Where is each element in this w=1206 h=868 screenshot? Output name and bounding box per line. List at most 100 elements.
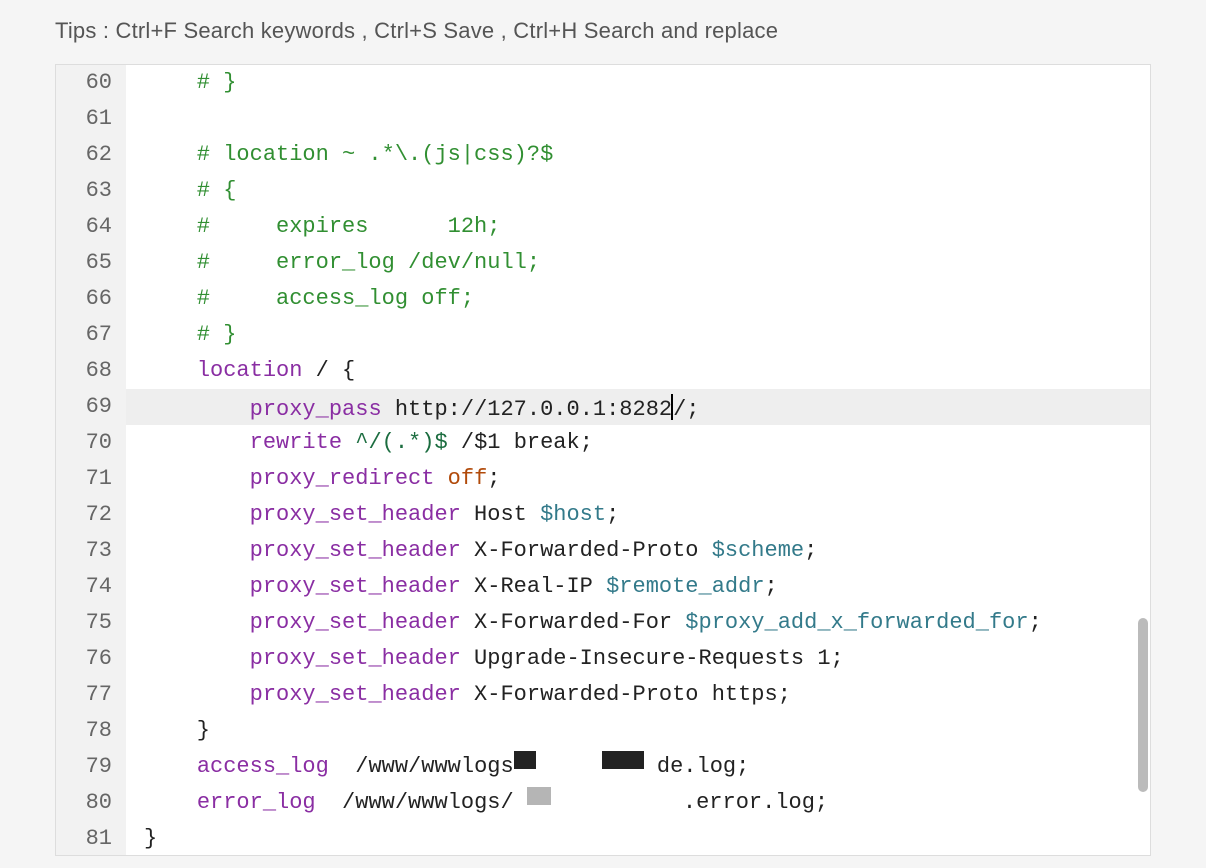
- code-line[interactable]: # error_log /dev/null;: [144, 245, 1150, 281]
- code-line[interactable]: }: [144, 713, 1150, 749]
- code-line[interactable]: proxy_set_header Upgrade-Insecure-Reques…: [144, 641, 1150, 677]
- vertical-scrollbar[interactable]: [1138, 65, 1148, 855]
- code-line[interactable]: # }: [144, 65, 1150, 101]
- code-line[interactable]: rewrite ^/(.*)$ /$1 break;: [144, 425, 1150, 461]
- line-number: 75: [56, 605, 112, 641]
- code-editor[interactable]: 6061626364656667686970717273747576777879…: [55, 64, 1151, 856]
- line-number-gutter: 6061626364656667686970717273747576777879…: [56, 65, 126, 855]
- code-token: proxy_set_header: [250, 682, 461, 707]
- line-number: 69: [56, 389, 112, 425]
- code-token: # }: [144, 322, 236, 347]
- code-line[interactable]: # }: [144, 317, 1150, 353]
- code-token: /$1: [448, 430, 514, 455]
- code-token: proxy_redirect: [250, 466, 435, 491]
- code-line[interactable]: proxy_set_header X-Forwarded-Proto $sche…: [144, 533, 1150, 569]
- code-token: ^/(.*)$: [355, 430, 447, 455]
- code-token: [434, 466, 447, 491]
- code-token: $proxy_add_x_forwarded_for: [685, 610, 1028, 635]
- code-token: }: [144, 826, 157, 851]
- line-number: 60: [56, 65, 112, 101]
- line-number: 63: [56, 173, 112, 209]
- code-token: ;: [1029, 610, 1042, 635]
- line-number: 68: [56, 353, 112, 389]
- code-token: }: [144, 718, 210, 743]
- code-line[interactable]: access_log /www/wwwlogs de.log;: [144, 749, 1150, 785]
- code-token: X-Forwarded-Proto: [461, 538, 712, 563]
- code-token: $host: [540, 502, 606, 527]
- line-number: 67: [56, 317, 112, 353]
- code-token: [144, 646, 250, 671]
- code-token: [144, 790, 197, 815]
- line-number: 71: [56, 461, 112, 497]
- code-line[interactable]: # expires 12h;: [144, 209, 1150, 245]
- code-token: ;: [580, 430, 593, 455]
- code-token: proxy_set_header: [250, 502, 461, 527]
- line-number: 76: [56, 641, 112, 677]
- code-line[interactable]: proxy_redirect off;: [144, 461, 1150, 497]
- code-token: ;: [804, 538, 817, 563]
- code-token: /;: [673, 397, 699, 422]
- line-number: 66: [56, 281, 112, 317]
- code-token: proxy_set_header: [250, 610, 461, 635]
- line-number: 64: [56, 209, 112, 245]
- tips-text: Tips : Ctrl+F Search keywords , Ctrl+S S…: [55, 0, 1151, 64]
- code-token: /www/wwwlogs: [329, 754, 514, 779]
- code-token: Host: [461, 502, 540, 527]
- code-line[interactable]: # {: [144, 173, 1150, 209]
- line-number: 73: [56, 533, 112, 569]
- code-token: off: [448, 466, 488, 491]
- line-number: 81: [56, 821, 112, 856]
- code-line[interactable]: proxy_set_header X-Forwarded-For $proxy_…: [144, 605, 1150, 641]
- line-number: 79: [56, 749, 112, 785]
- code-token: # access_log off;: [144, 286, 474, 311]
- line-number: 74: [56, 569, 112, 605]
- code-token: # }: [144, 70, 236, 95]
- code-line[interactable]: proxy_set_header Host $host;: [144, 497, 1150, 533]
- code-token: [144, 538, 250, 563]
- code-token: [144, 502, 250, 527]
- code-token: break: [514, 430, 580, 455]
- code-token: X-Real-IP: [461, 574, 606, 599]
- code-token: [144, 430, 250, 455]
- code-token: proxy_set_header: [250, 574, 461, 599]
- code-token: [342, 430, 355, 455]
- code-token: proxy_set_header: [250, 646, 461, 671]
- code-area[interactable]: # } # location ~ .*\.(js|css)?$ # { # ex…: [126, 65, 1150, 855]
- line-number: 70: [56, 425, 112, 461]
- line-number: 72: [56, 497, 112, 533]
- code-token: /www/wwwlogs/: [316, 790, 527, 815]
- code-token: .error.log;: [551, 790, 828, 815]
- code-token: X-Forwarded-For: [461, 610, 685, 635]
- line-number: 77: [56, 677, 112, 713]
- line-number: 80: [56, 785, 112, 821]
- code-line[interactable]: # location ~ .*\.(js|css)?$: [144, 137, 1150, 173]
- code-token: [144, 397, 250, 422]
- scrollbar-thumb[interactable]: [1138, 618, 1148, 792]
- line-number: 62: [56, 137, 112, 173]
- line-number: 78: [56, 713, 112, 749]
- code-line[interactable]: # access_log off;: [144, 281, 1150, 317]
- code-line[interactable]: [144, 101, 1150, 137]
- code-line[interactable]: proxy_set_header X-Forwarded-Proto https…: [144, 677, 1150, 713]
- code-line[interactable]: error_log /www/wwwlogs/ .error.log;: [144, 785, 1150, 821]
- code-token: $remote_addr: [606, 574, 764, 599]
- code-line[interactable]: proxy_pass http://127.0.0.1:8282/;: [144, 389, 1150, 425]
- code-token: X-Forwarded-Proto https;: [461, 682, 791, 707]
- code-token: [144, 682, 250, 707]
- code-token: [144, 754, 197, 779]
- code-token: # error_log /dev/null;: [144, 250, 540, 275]
- code-token: / {: [302, 358, 355, 383]
- code-token: [144, 466, 250, 491]
- code-line[interactable]: proxy_set_header X-Real-IP $remote_addr;: [144, 569, 1150, 605]
- code-token: [144, 574, 250, 599]
- code-token: proxy_set_header: [250, 538, 461, 563]
- code-token: ;: [606, 502, 619, 527]
- code-token: [536, 754, 602, 779]
- code-token: rewrite: [250, 430, 342, 455]
- code-token: location: [197, 358, 303, 383]
- code-line[interactable]: location / {: [144, 353, 1150, 389]
- code-token: [144, 610, 250, 635]
- code-token: ;: [487, 466, 500, 491]
- redacted-text: [602, 751, 644, 769]
- code-line[interactable]: }: [144, 821, 1150, 856]
